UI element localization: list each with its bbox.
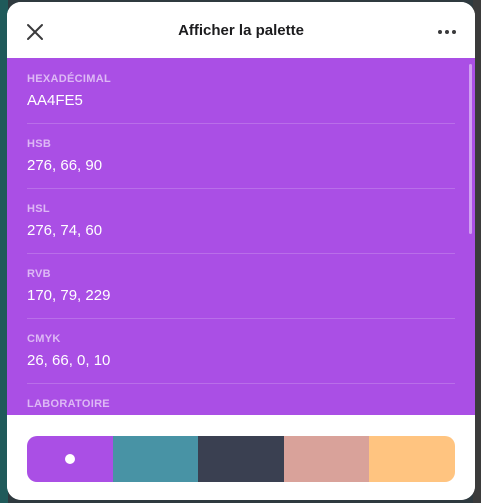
- detail-row-lab: LABORATOIRE: [27, 383, 455, 415]
- detail-value[interactable]: 276, 66, 90: [27, 157, 102, 174]
- detail-value[interactable]: 276, 74, 60: [27, 222, 102, 239]
- detail-value[interactable]: AA4FE5: [27, 92, 83, 109]
- detail-row-rgb: RVB 170, 79, 229: [27, 253, 455, 319]
- detail-label: LABORATOIRE: [27, 398, 110, 410]
- palette-strip: [27, 436, 455, 482]
- selected-indicator: [64, 454, 75, 464]
- palette-swatch[interactable]: [112, 436, 199, 482]
- detail-label: HSB: [27, 138, 52, 150]
- detail-row-hsb: HSB 276, 66, 90: [27, 123, 455, 189]
- detail-label: CMYK: [27, 333, 61, 345]
- palette-swatch[interactable]: [369, 436, 455, 482]
- detail-label: HEXADÉCIMAL: [27, 73, 111, 85]
- detail-label: RVB: [27, 268, 51, 280]
- palette-swatch[interactable]: [283, 436, 370, 482]
- color-details-panel[interactable]: HEXADÉCIMAL AA4FE5 HSB 276, 66, 90 HSL 2…: [7, 58, 475, 415]
- palette-dialog: Afficher la palette HEXADÉCIMAL AA4FE5 H…: [7, 2, 475, 500]
- palette-footer: [7, 415, 475, 500]
- more-icon: [438, 30, 456, 34]
- palette-swatch[interactable]: [27, 436, 113, 482]
- more-options-button[interactable]: [433, 20, 461, 44]
- dialog-header: Afficher la palette: [7, 2, 475, 58]
- dialog-title: Afficher la palette: [178, 22, 304, 39]
- detail-value[interactable]: 26, 66, 0, 10: [27, 352, 110, 369]
- detail-row-hsl: HSL 276, 74, 60: [27, 188, 455, 254]
- detail-row-cmyk: CMYK 26, 66, 0, 10: [27, 318, 455, 384]
- palette-swatch[interactable]: [198, 436, 284, 482]
- scrollbar[interactable]: [469, 64, 472, 234]
- detail-label: HSL: [27, 203, 50, 215]
- detail-value[interactable]: 170, 79, 229: [27, 287, 110, 304]
- detail-row-hex: HEXADÉCIMAL AA4FE5: [27, 58, 455, 124]
